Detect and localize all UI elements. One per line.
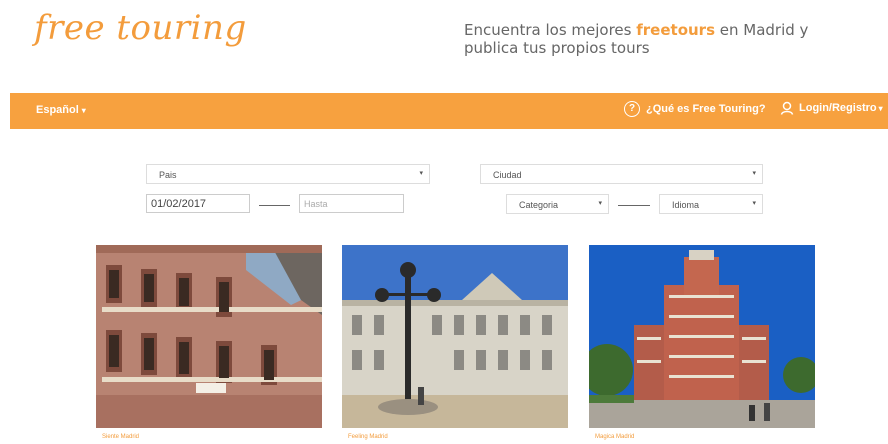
tour-image[interactable] xyxy=(342,245,568,428)
country-select[interactable]: Pais ▾ xyxy=(146,164,430,184)
chevron-down-icon: ▾ xyxy=(752,170,756,177)
faq-label: ¿Qué es Free Touring? xyxy=(646,103,766,115)
tagline-prefix: Encuentra los mejores xyxy=(464,21,637,39)
country-select-value: Pais xyxy=(159,170,177,180)
tagline: Encuentra los mejores freetours en Madri… xyxy=(464,21,844,57)
language-select-value: Idioma xyxy=(672,200,700,210)
city-select[interactable]: Ciudad ▾ xyxy=(480,164,763,184)
chevron-down-icon: ▾ xyxy=(81,106,86,115)
navbar: Español ▾ ? ¿Qué es Free Touring? Login/R… xyxy=(10,93,888,129)
login-link[interactable]: Login/Registro ▾ xyxy=(780,101,883,115)
question-icon: ? xyxy=(624,101,640,117)
category-select-value: Categoria xyxy=(519,200,559,210)
logo[interactable]: free touring xyxy=(34,8,247,48)
tour-image[interactable] xyxy=(96,245,322,428)
tour-card[interactable]: Feeling Madrid xyxy=(342,245,568,444)
chevron-down-icon: ▾ xyxy=(598,200,602,207)
tour-card[interactable]: Magica Madrid xyxy=(589,245,815,444)
tour-title[interactable]: Feeling Madrid xyxy=(348,434,388,440)
city-select-value: Ciudad xyxy=(493,170,522,180)
tour-card[interactable]: Siente Madrid xyxy=(96,245,322,444)
chevron-down-icon: ▾ xyxy=(419,170,423,177)
tour-title[interactable]: Siente Madrid xyxy=(102,434,139,440)
language-dropdown[interactable]: Español ▾ xyxy=(36,104,86,116)
tagline-highlight: freetours xyxy=(636,21,715,39)
language-select[interactable]: Idioma ▾ xyxy=(659,194,763,214)
chevron-down-icon: ▾ xyxy=(878,103,883,113)
tour-image[interactable] xyxy=(589,245,815,428)
login-label: Login/Registro xyxy=(799,102,877,114)
faq-link[interactable]: ? ¿Qué es Free Touring? xyxy=(624,101,766,117)
range-divider xyxy=(618,205,650,206)
user-icon xyxy=(780,101,794,115)
date-from-input[interactable]: 01/02/2017 xyxy=(146,194,250,213)
chevron-down-icon: ▾ xyxy=(752,200,756,207)
range-divider xyxy=(259,205,290,206)
tour-title[interactable]: Magica Madrid xyxy=(595,434,634,440)
category-select[interactable]: Categoria ▾ xyxy=(506,194,609,214)
language-label: Español xyxy=(36,104,79,116)
date-to-input[interactable]: Hasta xyxy=(299,194,404,213)
